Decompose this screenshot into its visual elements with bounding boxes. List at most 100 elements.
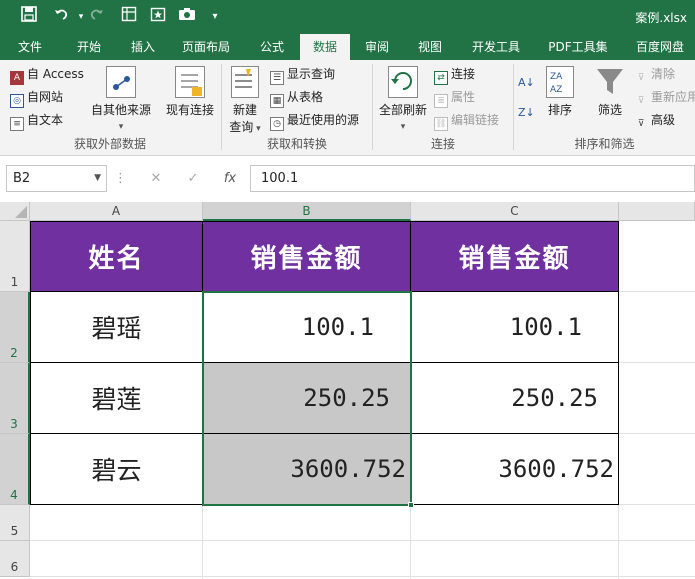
row-header-3[interactable]: 3 (0, 363, 30, 434)
sort-descending-button[interactable]: Z↓ (518, 100, 538, 120)
column-header-c[interactable]: C (411, 202, 619, 221)
gridline (30, 576, 695, 577)
refresh-all-button[interactable]: 全部刷新 ▾ (376, 66, 430, 132)
gridline (30, 540, 695, 541)
cell-a2[interactable]: 碧瑶 (30, 292, 203, 363)
cell-b3[interactable]: 250.25 (203, 363, 411, 434)
enter-icon[interactable]: ✓ (181, 165, 205, 192)
cell-b2-active[interactable]: 100.1 (203, 292, 411, 363)
edit-links-button[interactable]: ⛓ 编辑链接 (434, 110, 499, 131)
name-box-chevron-down-icon[interactable]: ▼ (94, 166, 101, 191)
ribbon: A自 Access ◎ 自网站 ≡ 自文本 自其他来源 ▾ 现有连接 获取外部数据 新… (0, 60, 695, 156)
tab-insert[interactable]: 插入 (118, 34, 168, 60)
connections-button[interactable]: ⇄ 连接 (434, 64, 475, 85)
link-icon: ⇄ (434, 71, 448, 85)
row-header-2[interactable]: 2 (0, 292, 30, 363)
cell-a4[interactable]: 碧云 (30, 434, 203, 505)
refresh-icon (388, 66, 418, 98)
formula-bar-grip-icon: ⋮ (114, 171, 127, 186)
cancel-icon[interactable]: ✕ (144, 165, 168, 192)
row-header-4[interactable]: 4 (0, 434, 30, 505)
quick-access-table-icon[interactable] (118, 6, 140, 28)
cell-b1-header-sales[interactable]: 销售金额 (203, 221, 411, 292)
tab-developer[interactable]: 开发工具 (464, 34, 528, 60)
camera-icon[interactable] (176, 6, 198, 28)
new-query-chevron-down-icon: ▾ (253, 124, 261, 134)
cell-c1-header-sales[interactable]: 销售金额 (411, 221, 619, 292)
cell-c3[interactable]: 250.25 (411, 363, 619, 434)
tab-file[interactable]: 文件 (8, 34, 52, 60)
customize-qat-chevron-down-icon[interactable]: ▾ (204, 6, 226, 28)
reapply-filter-button[interactable]: ⊽ 重新应用 (634, 87, 695, 107)
show-queries-button[interactable]: ☰ 显示查询 (270, 64, 335, 85)
window-title: 案例.xlsx (635, 11, 687, 25)
group-label-get-transform: 获取和转换 (266, 137, 327, 151)
reapply-filter-icon: ⊽ (637, 96, 645, 106)
cell-c4[interactable]: 3600.752 (411, 434, 619, 505)
existing-connections-button[interactable]: 现有连接 (162, 66, 218, 118)
tab-pdf-tools[interactable]: PDF工具集 (540, 34, 616, 60)
row-header-5[interactable]: 5 (0, 505, 30, 541)
column-header-b[interactable]: B (203, 202, 411, 221)
new-query-icon (231, 66, 259, 98)
sort-ascending-button[interactable]: A↓ (518, 70, 538, 90)
from-other-sources-button[interactable]: 自其他来源 ▾ (88, 66, 154, 132)
fill-handle[interactable] (408, 502, 414, 508)
sort-az-icon: A↓ (518, 76, 535, 89)
tab-home[interactable]: 开始 (64, 34, 114, 60)
tab-baidu-netdisk[interactable]: 百度网盘 (626, 34, 694, 60)
properties-button[interactable]: ≣ 属性 (434, 87, 475, 108)
from-table-button[interactable]: ▦ 从表格 (270, 87, 323, 108)
row-header-6[interactable]: 6 (0, 541, 30, 577)
redo-icon[interactable] (86, 6, 108, 28)
other-sources-icon (106, 66, 136, 98)
tab-review[interactable]: 审阅 (354, 34, 400, 60)
save-icon[interactable] (18, 6, 40, 28)
sort-dialog-icon: ZA AZ (546, 66, 574, 98)
undo-icon[interactable] (50, 6, 72, 28)
cell-c2[interactable]: 100.1 (411, 292, 619, 363)
advanced-filter-button[interactable]: ⊽ 高级 (634, 110, 675, 130)
funnel-icon (595, 66, 625, 98)
cell-a3[interactable]: 碧莲 (30, 363, 203, 434)
gridline (619, 433, 695, 434)
properties-icon: ≣ (434, 94, 448, 108)
insert-function-icon[interactable]: fx (218, 165, 242, 192)
tab-data[interactable]: 数据 (300, 34, 350, 60)
column-header-d[interactable] (619, 202, 695, 221)
tab-formulas[interactable]: 公式 (248, 34, 296, 60)
web-icon: ◎ (10, 94, 24, 108)
from-web-button[interactable]: ◎ 自网站 (10, 87, 63, 108)
other-sources-chevron-down-icon: ▾ (118, 122, 124, 132)
filter-button[interactable]: 筛选 (590, 66, 630, 118)
formula-input[interactable]: 100.1 (250, 165, 695, 192)
svg-text:ZA: ZA (550, 72, 563, 82)
cell-a1-header-name[interactable]: 姓名 (30, 221, 203, 292)
advanced-filter-icon: ⊽ (637, 119, 645, 129)
gridline (619, 291, 695, 292)
name-box[interactable]: B2 ▼ (6, 165, 107, 192)
recent-sources-icon: ◷ (270, 117, 284, 131)
select-all-corner[interactable] (0, 202, 30, 221)
row-header-1[interactable]: 1 (0, 221, 30, 292)
tab-page-layout[interactable]: 页面布局 (174, 34, 238, 60)
column-header-a[interactable]: A (30, 202, 203, 221)
clear-filter-icon: ⊽ (637, 73, 645, 83)
tab-view[interactable]: 视图 (406, 34, 454, 60)
sort-button[interactable]: ZA AZ 排序 (542, 66, 578, 118)
new-query-button[interactable]: 新建 查询 ▾ (226, 66, 264, 135)
recent-sources-button[interactable]: ◷ 最近使用的源 (270, 110, 359, 131)
ribbon-tab-bar: 文件 开始 插入 页面布局 公式 数据 审阅 视图 开发工具 PDF工具集 百度… (0, 34, 695, 60)
clear-filter-button[interactable]: ⊽ 清除 (634, 64, 675, 84)
from-text-button[interactable]: ≡ 自文本 (10, 110, 63, 131)
cell-b4[interactable]: 3600.752 (203, 434, 411, 505)
title-bar: ▾ ▾ 案例.xlsx (0, 0, 695, 34)
existing-connections-icon (175, 66, 205, 98)
group-label-sort-filter: 排序和筛选 (574, 137, 635, 151)
group-label-connections: 连接 (430, 137, 455, 151)
access-icon: A (10, 71, 24, 85)
gridline (410, 505, 411, 579)
from-access-button[interactable]: A自 Access (10, 64, 84, 85)
quick-access-star-icon[interactable] (147, 6, 169, 28)
text-file-icon: ≡ (10, 117, 24, 131)
